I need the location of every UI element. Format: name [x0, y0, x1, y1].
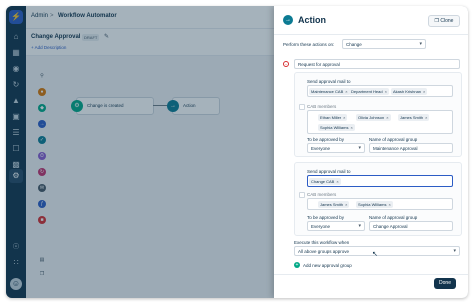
- remove-chip-icon[interactable]: ×: [345, 89, 347, 94]
- chevron-down-icon: ▾: [419, 41, 422, 47]
- cab-member-label: James Smith: [320, 202, 344, 207]
- add-group-link[interactable]: Add new approval group: [303, 263, 352, 268]
- send-to-label: Send approval mail to: [307, 169, 351, 174]
- done-button[interactable]: Done: [434, 278, 456, 289]
- recipient-chip[interactable]: Akash Krishnan ×: [391, 88, 428, 95]
- cab-members-field[interactable]: Ethan Miller × Olivia Johnson × James Smit…: [307, 110, 453, 134]
- mouse-cursor-icon: ↖: [372, 251, 378, 258]
- approved-by-label: To be approved by: [307, 215, 345, 220]
- recipient-chip-label: Maintenance CAB: [311, 89, 344, 94]
- remove-chip-icon[interactable]: ×: [388, 202, 390, 207]
- panel-header: → Action ❐ Clone: [274, 6, 468, 35]
- remove-chip-icon[interactable]: ×: [336, 179, 338, 184]
- remove-chip-icon[interactable]: ×: [386, 115, 388, 120]
- approved-by-select[interactable]: Everyone ▾: [307, 221, 365, 231]
- clone-button[interactable]: ❐ Clone: [428, 15, 460, 27]
- chevron-down-icon: ▾: [358, 223, 361, 229]
- chevron-down-icon: ▾: [453, 248, 456, 254]
- cab-checkbox[interactable]: [299, 104, 305, 110]
- remove-chip-icon[interactable]: ×: [343, 115, 345, 120]
- action-value: Request for approval: [298, 62, 340, 67]
- approved-by-select[interactable]: Everyone ▾: [307, 143, 365, 153]
- app-window: ⚡ ⌂ ▦ ◉ ↻ ▲ ▣ ☰ ☐ ▩ ⚙ ☉ ∷ ☺ Admin > Work…: [6, 6, 468, 298]
- remove-chip-icon[interactable]: ×: [350, 125, 352, 130]
- group-name-label: Name of approval group: [369, 215, 418, 220]
- clone-label: Clone: [440, 18, 454, 24]
- cab-label: CAB members: [307, 192, 337, 197]
- recipients-field[interactable]: Maintenance CAB × Department Head × Akash …: [307, 85, 453, 97]
- footer-divider: [274, 274, 468, 275]
- panel-title: Action: [298, 15, 326, 25]
- group-name-value: Maintenance Approval: [373, 146, 418, 151]
- cab-member-chip[interactable]: Ethan Miller ×: [318, 114, 348, 121]
- group-name-label: Name of approval group: [369, 137, 418, 142]
- recipient-chip-label: Akash Krishnan: [393, 89, 422, 94]
- perform-value: Change: [346, 42, 362, 47]
- cab-members-field[interactable]: James Smith × Sophia Williams ×: [307, 198, 453, 210]
- cab-member-chip[interactable]: Sophia Williams ×: [356, 201, 393, 208]
- perform-select[interactable]: Change ▾: [342, 39, 426, 49]
- clone-icon: ❐: [434, 18, 439, 24]
- cab-member-label: Sophia Williams: [320, 125, 349, 130]
- screenshot-frame: ⚡ ⌂ ▦ ◉ ↻ ▲ ▣ ☰ ☐ ▩ ⚙ ☉ ∷ ☺ Admin > Work…: [0, 0, 474, 302]
- group-name-input[interactable]: Maintenance Approval: [369, 143, 453, 153]
- execute-value: All above groups approve: [298, 249, 350, 254]
- cab-label: CAB members: [307, 104, 337, 109]
- cab-member-chip[interactable]: Sophia Williams ×: [318, 124, 355, 131]
- cab-member-chip[interactable]: James Smith ×: [318, 201, 350, 208]
- group-name-value: Change Approval: [373, 224, 408, 229]
- recipient-chip-label: Department Head: [351, 89, 383, 94]
- approved-by-label: To be approved by: [307, 137, 345, 142]
- approved-by-value: Everyone: [311, 146, 331, 151]
- cab-member-chip[interactable]: Olivia Johnson ×: [356, 114, 391, 121]
- delete-action-icon[interactable]: −: [283, 61, 289, 67]
- approval-group-1: Send approval mail to Maintenance CAB × D…: [294, 72, 462, 157]
- cab-member-label: Sophia Williams: [358, 202, 387, 207]
- remove-chip-icon[interactable]: ×: [385, 89, 387, 94]
- remove-chip-icon[interactable]: ×: [425, 115, 427, 120]
- recipient-chip[interactable]: Change CAB ×: [309, 178, 341, 185]
- action-arrow-icon: →: [283, 15, 293, 25]
- recipient-chip[interactable]: Maintenance CAB ×: [309, 88, 350, 95]
- perform-label: Perform these actions on:: [283, 42, 335, 47]
- approval-group-2: Send approval mail to Change CAB × CAB me…: [294, 162, 462, 236]
- cab-member-chip[interactable]: James Smith ×: [398, 114, 430, 121]
- cab-member-label: Ethan Miller: [320, 115, 342, 120]
- action-panel: → Action ❐ Clone Perform these actions o…: [274, 6, 468, 298]
- action-select[interactable]: Request for approval: [294, 59, 460, 69]
- recipient-chip[interactable]: Department Head ×: [349, 88, 389, 95]
- cab-member-label: James Smith: [400, 115, 424, 120]
- remove-chip-icon[interactable]: ×: [423, 89, 425, 94]
- cab-checkbox[interactable]: [299, 192, 305, 198]
- cab-member-label: Olivia Johnson: [358, 115, 385, 120]
- chevron-down-icon: ▾: [358, 145, 361, 151]
- group-name-input[interactable]: Change Approval: [369, 221, 453, 231]
- remove-chip-icon[interactable]: ×: [345, 202, 347, 207]
- approved-by-value: Everyone: [311, 224, 331, 229]
- add-icon[interactable]: +: [294, 262, 300, 268]
- send-to-label: Send approval mail to: [307, 79, 351, 84]
- execute-label: Execute this workflow when: [294, 240, 350, 245]
- recipient-chip-label: Change CAB: [311, 179, 335, 184]
- recipients-field[interactable]: Change CAB ×: [307, 175, 453, 187]
